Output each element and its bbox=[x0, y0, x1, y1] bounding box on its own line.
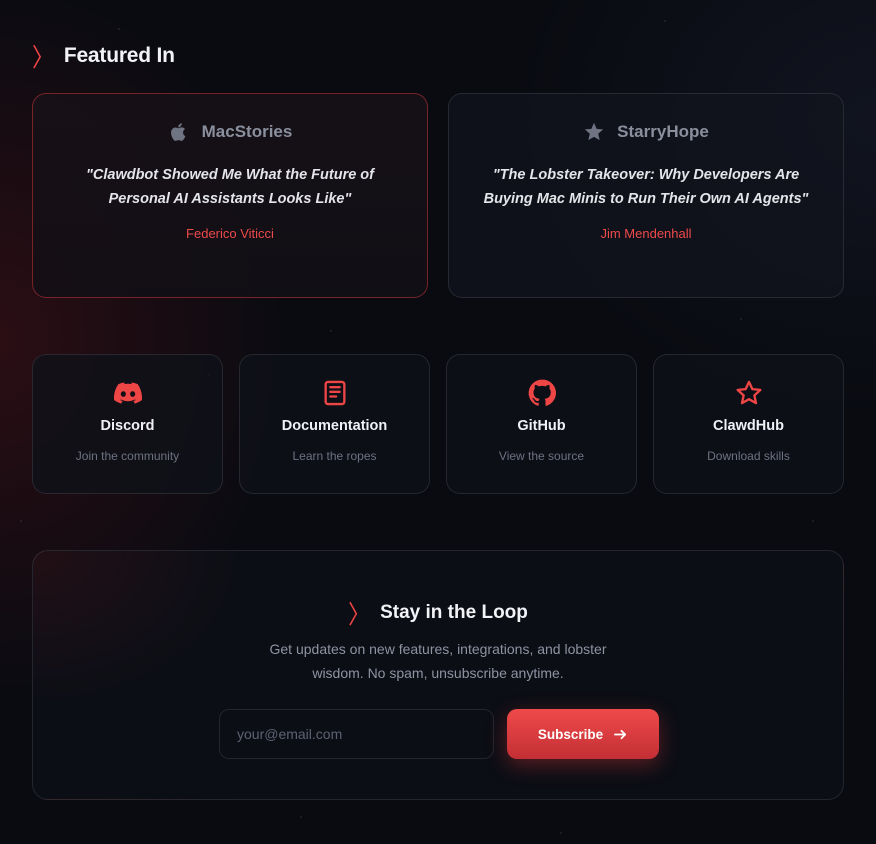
link-card-documentation[interactable]: Documentation Learn the ropes bbox=[239, 354, 430, 494]
book-icon bbox=[324, 380, 345, 406]
publication: StarryHope bbox=[583, 121, 709, 143]
publication-name: StarryHope bbox=[617, 122, 709, 141]
star-outline-icon bbox=[736, 380, 761, 405]
chevron-right-icon: 〉 bbox=[348, 600, 371, 630]
featured-heading: 〉 Featured In bbox=[32, 40, 175, 72]
link-subtitle: Join the community bbox=[75, 449, 180, 463]
star-icon bbox=[585, 122, 604, 141]
github-icon bbox=[528, 379, 556, 406]
featured-title: Featured In bbox=[63, 44, 175, 67]
link-title: ClawdHub bbox=[713, 418, 784, 434]
quote-author: Jim Mendenhall bbox=[600, 226, 692, 241]
quote-text: "The Lobster Takeover: Why Developers Ar… bbox=[483, 167, 809, 207]
quote-author: Federico Viticci bbox=[186, 226, 274, 241]
quote-text: "Clawdbot Showed Me What the Future of P… bbox=[86, 167, 374, 207]
link-card-github[interactable]: GitHub View the source bbox=[446, 354, 637, 494]
newsletter-heading: 〉 Stay in the Loop bbox=[33, 597, 843, 629]
newsletter-title: Stay in the Loop bbox=[380, 602, 528, 623]
newsletter-panel: 〉 Stay in the Loop Get updates on new fe… bbox=[32, 550, 844, 800]
link-title: Documentation bbox=[281, 418, 388, 434]
subscribe-button[interactable]: Subscribe bbox=[507, 709, 659, 759]
featured-card-starryhope[interactable]: StarryHope "The Lobster Takeover: Why De… bbox=[448, 93, 844, 298]
newsletter-description: Get updates on new features, integration… bbox=[33, 637, 843, 685]
publication: MacStories bbox=[168, 121, 293, 143]
featured-card-macstories[interactable]: MacStories "Clawdbot Showed Me What the … bbox=[32, 93, 428, 298]
discord-icon bbox=[113, 382, 142, 404]
email-input[interactable] bbox=[219, 709, 494, 759]
chevron-right-icon: 〉 bbox=[32, 43, 54, 73]
link-title: Discord bbox=[100, 418, 155, 434]
apple-icon bbox=[170, 123, 185, 141]
newsletter-description-line: Get updates on new features, integration… bbox=[269, 641, 607, 657]
arrow-right-icon bbox=[614, 729, 627, 739]
subscribe-label: Subscribe bbox=[537, 726, 604, 742]
link-subtitle: Learn the ropes bbox=[292, 449, 377, 463]
publication-name: MacStories bbox=[201, 122, 293, 141]
link-subtitle: View the source bbox=[498, 449, 585, 463]
link-subtitle: Download skills bbox=[707, 449, 790, 463]
link-card-clawdhub[interactable]: ClawdHub Download skills bbox=[653, 354, 844, 494]
link-title: GitHub bbox=[517, 418, 566, 434]
newsletter-description-line: wisdom. No spam, unsubscribe anytime. bbox=[312, 665, 564, 681]
link-card-discord[interactable]: Discord Join the community bbox=[32, 354, 223, 494]
